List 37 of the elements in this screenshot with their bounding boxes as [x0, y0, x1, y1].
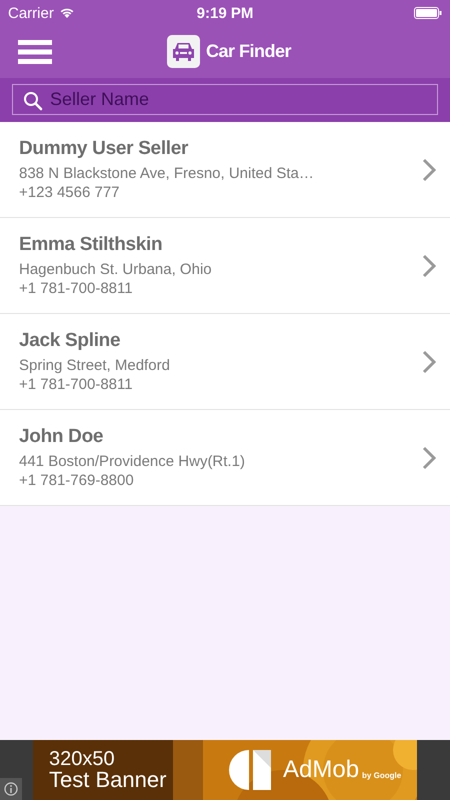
ad-byline: by Google [362, 770, 402, 780]
seller-address: Hagenbuch St. Urbana, Ohio [19, 261, 213, 278]
battery-icon [414, 7, 442, 19]
seller-address: Spring Street, Medford [19, 357, 171, 374]
car-icon [167, 35, 200, 68]
status-time: 9:19 PM [196, 4, 254, 22]
seller-phone: +1 781-769-8800 [19, 472, 135, 489]
seller-name: Emma Stilthskin [19, 234, 164, 256]
seller-phone: +1 781-700-8811 [19, 376, 134, 393]
seller-address: 441 Boston/Providence Hwy(Rt.1) [19, 453, 246, 470]
seller-name: John Doe [19, 426, 104, 448]
chevron-icon [422, 446, 436, 470]
seller-phone: +123 4566 777 [19, 184, 121, 201]
info-button[interactable] [0, 778, 22, 800]
search-icon [23, 91, 43, 111]
seller-phone: +1 781-700-8811 [19, 280, 134, 297]
seller-address: 838 N Blackstone Ave, Fresno, United Sta… [19, 165, 315, 182]
seller-row[interactable]: Emma Stilthskin Hagenbuch St. Urbana, Ohio +1 781-700-8811 [0, 218, 450, 314]
menu-button[interactable] [18, 40, 52, 64]
ad-size: 320x50 [49, 749, 116, 769]
chevron-icon [422, 158, 436, 182]
carrier-name: Carrier [8, 4, 54, 22]
chevron-icon [422, 350, 436, 374]
seller-name: Jack Spline [19, 330, 122, 352]
info-icon [4, 782, 18, 796]
seller-row[interactable]: Jack Spline Spring Street, Medford +1 781-700-8811 [0, 314, 450, 410]
menu-icon [18, 40, 52, 64]
search-field[interactable]: Seller Name [12, 84, 438, 115]
ad-brand: AdMob [283, 756, 360, 784]
app-title: Car Finder [206, 41, 292, 62]
admob-logo-icon [229, 748, 273, 792]
wifi-icon [58, 7, 75, 19]
ad-label: Test Banner [49, 769, 168, 791]
seller-row[interactable]: Dummy User Seller 838 N Blackstone Ave, Fresno, United Sta… +123 4566 777 [0, 122, 450, 218]
seller-row[interactable]: John Doe 441 Boston/Providence Hwy(Rt.1) +1 781-769-8800 [0, 410, 450, 506]
seller-name: Dummy User Seller [19, 138, 190, 160]
chevron-icon [422, 254, 436, 278]
